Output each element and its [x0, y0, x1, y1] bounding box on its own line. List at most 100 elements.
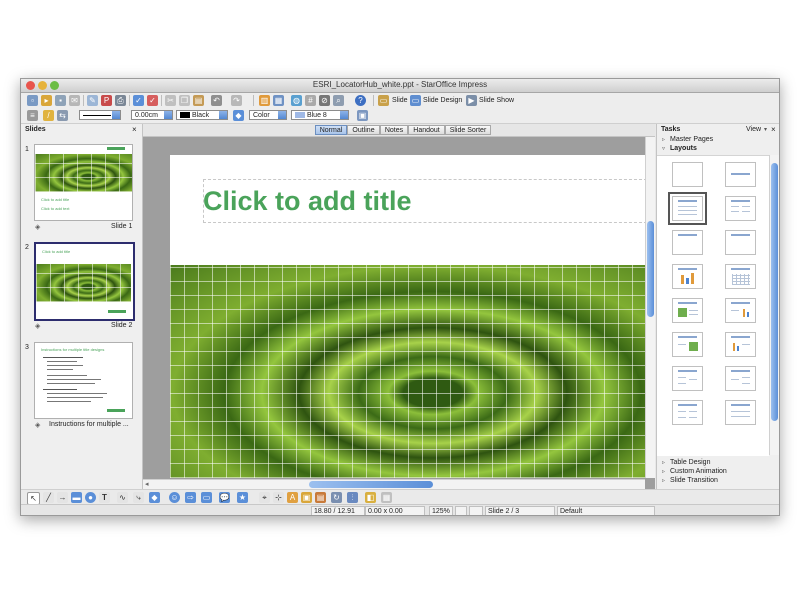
chevron-down-icon[interactable]: ▾: [764, 126, 767, 133]
block-arrows-icon[interactable]: ⇨: [185, 492, 196, 503]
close-icon[interactable]: ×: [132, 125, 137, 134]
close-icon[interactable]: ×: [771, 125, 776, 134]
star-icon[interactable]: ★: [237, 492, 248, 503]
tab-normal[interactable]: Normal: [315, 125, 347, 135]
line-color-select[interactable]: Black: [176, 110, 228, 120]
help-icon[interactable]: ?: [355, 95, 366, 106]
basic-shapes-icon[interactable]: ◆: [149, 492, 160, 503]
table-design-section[interactable]: Table Design: [670, 459, 710, 466]
arrow-icon[interactable]: →: [57, 492, 68, 503]
pdf-icon[interactable]: P: [101, 95, 112, 106]
slide-title-placeholder[interactable]: Click to add title: [203, 186, 412, 217]
from-file-icon[interactable]: ▣: [301, 492, 312, 503]
cut-icon[interactable]: ✂: [165, 95, 176, 106]
horizontal-scrollbar[interactable]: ◂: [143, 479, 645, 489]
save-icon[interactable]: ▪: [55, 95, 66, 106]
spellcheck-icon[interactable]: ✓: [133, 95, 144, 106]
zoom-level[interactable]: 125%: [429, 506, 453, 515]
line-icon[interactable]: /: [43, 110, 54, 121]
curve-icon[interactable]: ∿: [117, 492, 128, 503]
fontwork-icon[interactable]: A: [287, 492, 298, 503]
extrusion-icon[interactable]: ▦: [381, 492, 392, 503]
layout-title-content-2[interactable]: [725, 366, 756, 391]
slide-transition-section[interactable]: Slide Transition: [670, 477, 718, 484]
paste-icon[interactable]: ▤: [193, 95, 204, 106]
layouts-scrollbar[interactable]: [769, 155, 779, 455]
arrange-icon[interactable]: ◧: [365, 492, 376, 503]
tasks-view-menu[interactable]: View: [746, 126, 761, 133]
glue-points-icon[interactable]: ⊹: [273, 492, 284, 503]
tab-slide-sorter[interactable]: Slide Sorter: [445, 125, 491, 135]
text-icon[interactable]: T: [99, 492, 110, 503]
zoom-icon[interactable]: ⌕: [333, 95, 344, 106]
line-width-field[interactable]: 0.00cm: [131, 110, 173, 120]
layout-title-3-content[interactable]: [672, 366, 703, 391]
area-style-select[interactable]: Color: [249, 110, 287, 120]
ellipse-icon[interactable]: ●: [85, 492, 96, 503]
layout-title-chart[interactable]: [672, 264, 703, 289]
hyperlink-icon[interactable]: ◍: [291, 95, 302, 106]
copy-icon[interactable]: ❐: [179, 95, 190, 106]
slide-show-button[interactable]: Slide Show: [479, 95, 514, 106]
chevron-right-icon[interactable]: ▹: [662, 468, 665, 475]
gallery-icon[interactable]: ▤: [315, 492, 326, 503]
arrow-style-icon[interactable]: ⇆: [57, 110, 68, 121]
tab-handout[interactable]: Handout: [408, 125, 445, 135]
chevron-right-icon[interactable]: ▹: [662, 136, 665, 143]
slide-design-button[interactable]: Slide Design: [423, 95, 462, 106]
rectangle-icon[interactable]: ▬: [71, 492, 82, 503]
email-icon[interactable]: ✉: [69, 95, 80, 106]
callouts-icon[interactable]: 💬: [219, 492, 230, 503]
redo-icon[interactable]: ↷: [231, 95, 242, 106]
slide-icon[interactable]: ▭: [378, 95, 389, 106]
layout-title-chart-text[interactable]: [725, 332, 756, 357]
edit-file-icon[interactable]: ✎: [87, 95, 98, 106]
vertical-scrollbar[interactable]: [645, 137, 655, 478]
master-pages-section[interactable]: Master Pages: [670, 136, 713, 143]
table-icon[interactable]: ▦: [273, 95, 284, 106]
styles-icon[interactable]: ≡: [27, 110, 38, 121]
print-icon[interactable]: ⎙: [115, 95, 126, 106]
layout-title-2-content[interactable]: [725, 196, 756, 221]
slide-show-icon[interactable]: ▶: [466, 95, 477, 106]
scroll-left-icon[interactable]: ◂: [145, 480, 149, 488]
flowchart-icon[interactable]: ▭: [201, 492, 212, 503]
grid-icon[interactable]: #: [305, 95, 316, 106]
tab-outline[interactable]: Outline: [347, 125, 380, 135]
slide-thumbnail-2[interactable]: Click to add title: [34, 242, 135, 321]
slide-thumbnail-3[interactable]: Instructions for multiple title designs: [34, 342, 133, 419]
shadow-icon[interactable]: ▣: [357, 110, 368, 121]
layout-title-text-image[interactable]: [672, 332, 703, 357]
area-icon[interactable]: ◆: [233, 110, 244, 121]
layout-title-content[interactable]: [668, 192, 707, 225]
layout-title-table[interactable]: [725, 264, 756, 289]
area-color-select[interactable]: Blue 8: [291, 110, 349, 120]
line-style-select[interactable]: [79, 110, 121, 120]
layout-title-text-chart[interactable]: [725, 298, 756, 323]
custom-animation-section[interactable]: Custom Animation: [670, 468, 727, 475]
symbol-shapes-icon[interactable]: ☺: [169, 492, 180, 503]
rotate-icon[interactable]: ↻: [331, 492, 342, 503]
chart-icon[interactable]: ▥: [259, 95, 270, 106]
layouts-section[interactable]: Layouts: [670, 145, 697, 152]
vertical-scrollbar-thumb[interactable]: [647, 221, 654, 317]
connector-icon[interactable]: ⤷: [133, 492, 144, 503]
points-icon[interactable]: ⌖: [259, 492, 270, 503]
horizontal-scrollbar-thumb[interactable]: [309, 481, 433, 488]
layouts-scrollbar-thumb[interactable]: [771, 163, 778, 421]
layout-title-4-content[interactable]: [672, 400, 703, 425]
layout-title-only-slide[interactable]: [725, 162, 756, 187]
open-icon[interactable]: ▸: [41, 95, 52, 106]
chevron-right-icon[interactable]: ▹: [662, 477, 665, 484]
chevron-down-icon[interactable]: ▿: [662, 145, 665, 152]
line-icon[interactable]: ╱: [43, 492, 54, 503]
slide-thumbnail-1[interactable]: Click to add title Click to add text: [34, 144, 133, 221]
layout-centered-text[interactable]: [725, 230, 756, 255]
layout-blank[interactable]: [672, 162, 703, 187]
new-icon[interactable]: ▫: [27, 95, 38, 106]
alignment-icon[interactable]: ⫶: [347, 492, 358, 503]
navigator-icon[interactable]: ⊘: [319, 95, 330, 106]
chevron-right-icon[interactable]: ▹: [662, 459, 665, 466]
autospellcheck-icon[interactable]: ✓: [147, 95, 158, 106]
slide-button[interactable]: Slide: [392, 95, 408, 106]
